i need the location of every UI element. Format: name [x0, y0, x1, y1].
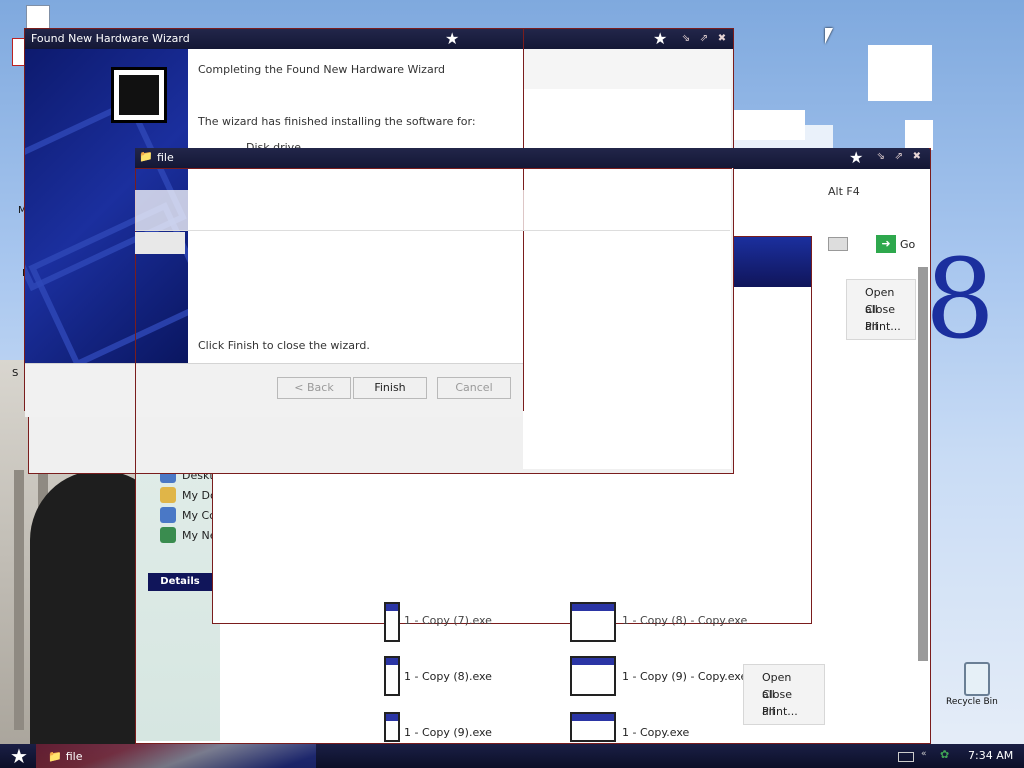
file-window-tab[interactable]	[135, 232, 185, 254]
wizard-line1: The wizard has finished installing the s…	[198, 115, 476, 128]
file-label[interactable]: 1 - Copy (9) - Copy.exe	[622, 670, 747, 683]
context-menu: Open all Close all Print...	[846, 279, 916, 340]
file-label[interactable]: 1 - Copy (8) - Copy.exe	[622, 614, 747, 627]
close-icon[interactable]: ✖	[913, 151, 921, 162]
menu-print[interactable]: Print...	[744, 703, 824, 720]
details-label: Details	[160, 576, 200, 587]
finish-button[interactable]: Finish	[353, 377, 427, 399]
file-icon[interactable]	[570, 656, 616, 696]
file-label[interactable]: 1 - Copy (8).exe	[404, 670, 492, 683]
file-icon[interactable]	[570, 602, 616, 642]
dialog-header-strip	[523, 49, 731, 90]
recycle-bin-label: Recycle Bin	[946, 697, 998, 707]
folder-icon: 📁	[139, 150, 153, 163]
go-button-label[interactable]: Go	[900, 238, 915, 251]
menu-close-all[interactable]: Close all	[847, 301, 915, 333]
divider	[135, 168, 136, 742]
start-star-icon[interactable]: ★	[8, 744, 30, 768]
tree-item[interactable]: My Ne	[160, 527, 217, 543]
star-icon: ★	[653, 29, 668, 48]
context-menu: Open all Close all Print...	[743, 664, 825, 725]
file-label[interactable]: 1 - Copy (9).exe	[404, 726, 492, 739]
star-icon: ★	[849, 148, 864, 167]
wizard-title: Found New Hardware Wizard	[31, 32, 190, 45]
details-header[interactable]: Details	[148, 573, 212, 591]
menu-open-all[interactable]: Open all	[744, 669, 824, 701]
keyboard-icon[interactable]	[898, 752, 914, 762]
file-label[interactable]: 1 - Copy.exe	[622, 726, 689, 739]
clock[interactable]: 7:34 AM	[968, 749, 1013, 762]
vertical-scrollbar[interactable]	[918, 267, 928, 661]
file-icon[interactable]	[384, 712, 400, 742]
alt-text: Alt F4	[828, 185, 860, 198]
computer-icon	[160, 507, 176, 523]
bg-square	[905, 120, 933, 150]
desktop-icon[interactable]	[26, 5, 50, 29]
folder-icon: 📁	[48, 749, 62, 763]
recycle-bin-icon[interactable]	[960, 658, 990, 698]
menu-open-all[interactable]: Open all	[847, 284, 915, 316]
maximize-icon[interactable]: ⇗	[697, 32, 711, 46]
close-icon[interactable]: ✖	[715, 32, 729, 46]
back-button[interactable]: < Back	[277, 377, 351, 399]
go-arrow-icon[interactable]: ➜	[876, 235, 896, 253]
file-label[interactable]: 1 - Copy (7).exe	[404, 614, 492, 627]
tree-item[interactable]: My Cc	[160, 507, 215, 523]
file-icon[interactable]	[384, 602, 400, 642]
network-tray-icon[interactable]: ✿	[940, 748, 956, 762]
file-window-titlebar[interactable]: 📁 file ★ ⇘ ⇗ ✖	[135, 148, 929, 168]
capitol-column	[14, 470, 24, 730]
menu-print[interactable]: Print...	[847, 318, 915, 335]
wizard-titlebar[interactable]: Found New Hardware Wizard ★	[25, 29, 523, 49]
bg-square	[868, 45, 932, 101]
wallpaper-numeral: 8	[925, 235, 995, 363]
wizard-heading: Completing the Found New Hardware Wizard	[198, 63, 446, 76]
star-icon: ★	[445, 29, 460, 48]
cancel-button[interactable]: Cancel	[437, 377, 511, 399]
minimize-icon[interactable]: ⇘	[679, 32, 693, 46]
hardware-icon	[111, 67, 167, 123]
file-icon[interactable]	[384, 656, 400, 696]
documents-icon	[160, 487, 176, 503]
mouse-cursor	[825, 28, 833, 44]
minimize-icon[interactable]: ⇘	[877, 151, 885, 162]
menu-close-all[interactable]: Close all	[744, 686, 824, 718]
file-window-title: file	[157, 151, 174, 164]
taskbar-task-file[interactable]: 📁 file	[48, 746, 82, 766]
address-scroll[interactable]	[828, 237, 848, 251]
maximize-icon[interactable]: ⇗	[895, 151, 903, 162]
network-icon	[160, 527, 176, 543]
file-window-toolbar	[135, 190, 730, 231]
divider	[135, 168, 732, 169]
file-icon[interactable]	[570, 712, 616, 742]
wizard-close-hint: Click Finish to close the wizard.	[198, 339, 370, 352]
desktop-label: S	[12, 368, 19, 379]
dialog-body	[523, 89, 731, 469]
tray-dot: «	[921, 749, 927, 759]
tree-item[interactable]: My Dc	[160, 487, 216, 503]
